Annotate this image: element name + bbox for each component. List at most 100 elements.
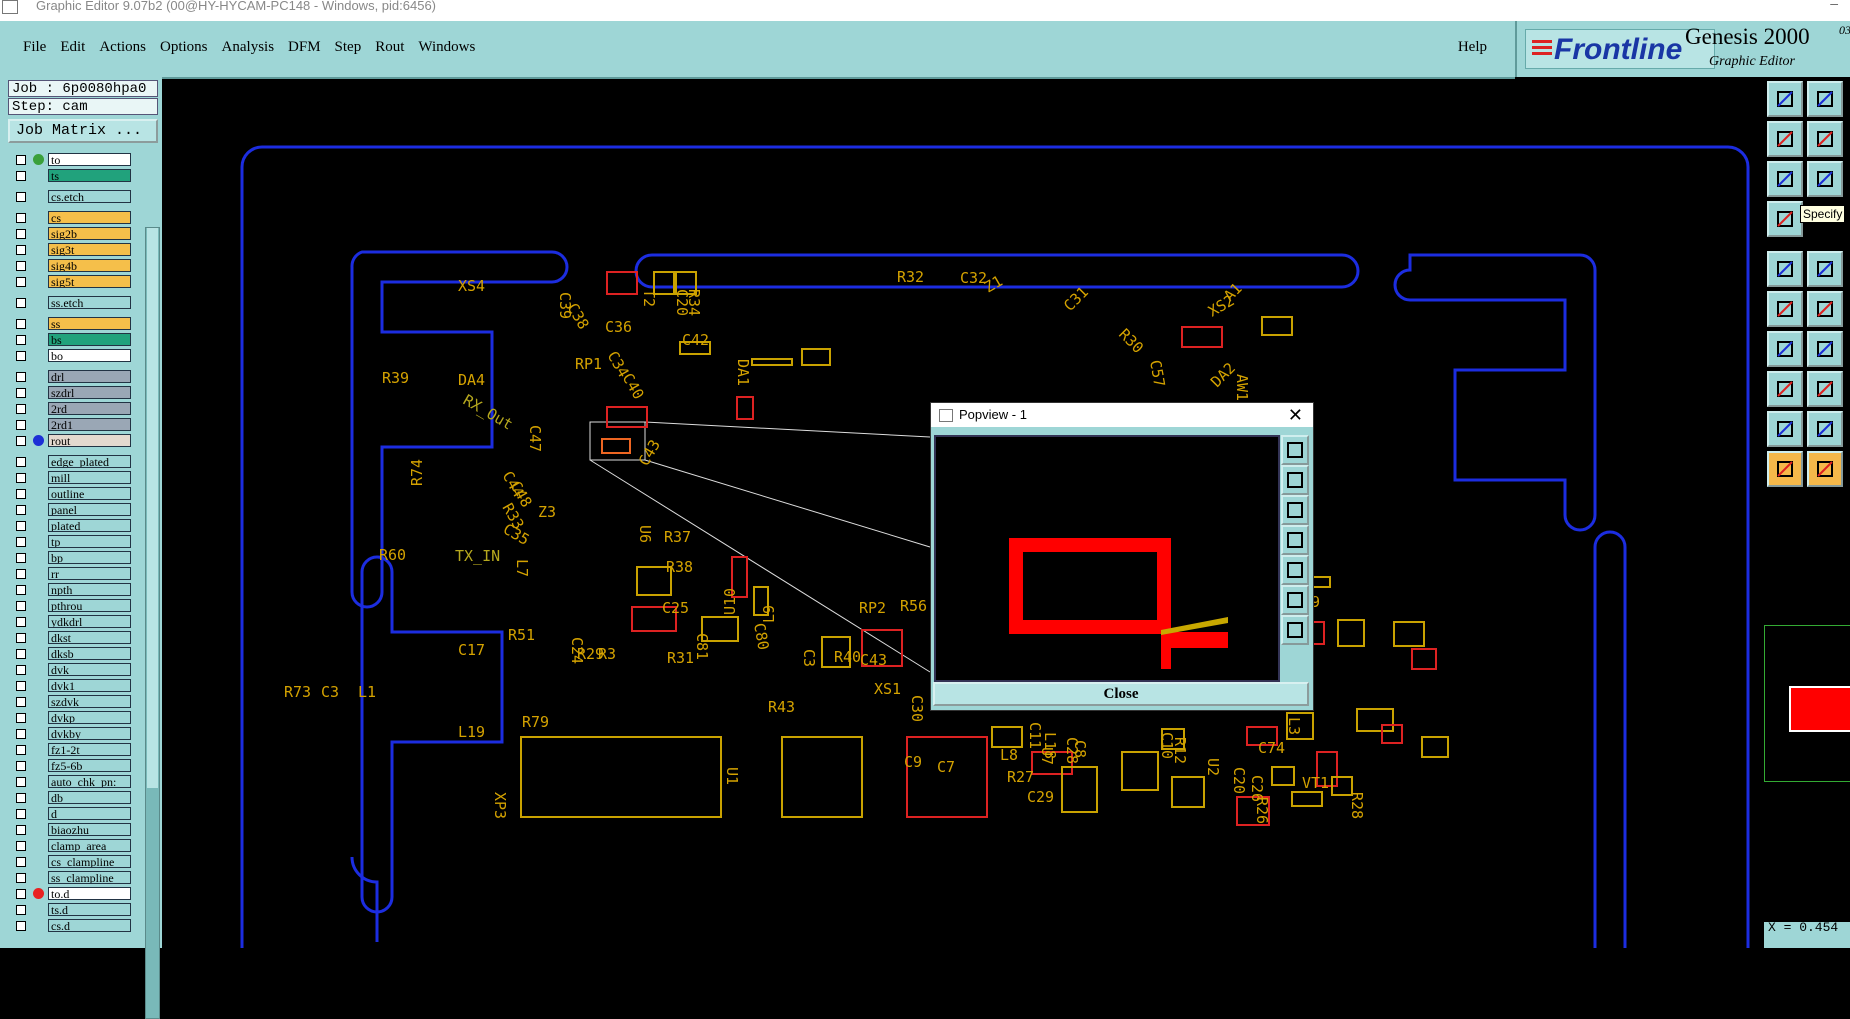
zoom-fit-icon[interactable]	[1807, 81, 1843, 117]
layer-name[interactable]: sig2b	[48, 227, 131, 240]
popview-right-icon[interactable]	[1281, 555, 1309, 585]
layer-name[interactable]: bs	[48, 333, 131, 346]
layer-row[interactable]: tp	[11, 535, 132, 549]
snap-icon[interactable]	[1767, 251, 1803, 287]
layer-row[interactable]: ss_clampline	[11, 871, 132, 885]
layer-row[interactable]: edge_plated	[11, 455, 132, 469]
layer-name[interactable]: ts.d	[48, 903, 131, 916]
layer-row[interactable]: 2rd	[11, 402, 132, 416]
pan-right-icon[interactable]	[1807, 121, 1843, 157]
layer-row[interactable]: d	[11, 807, 132, 821]
popview-left-icon[interactable]	[1281, 525, 1309, 555]
layer-row[interactable]: plated	[11, 519, 132, 533]
layer-name[interactable]: auto_chk_pn:	[48, 775, 131, 788]
menu-dfm[interactable]: DFM	[288, 39, 321, 56]
layer-row[interactable]: to.d	[11, 887, 132, 901]
layer-name[interactable]: ydkdrl	[48, 615, 131, 628]
layer-checkbox[interactable]	[16, 420, 26, 430]
layer-name[interactable]: cs_clampline	[48, 855, 131, 868]
layer-scrollbar[interactable]	[145, 227, 160, 1019]
layer-row[interactable]: ss	[11, 317, 132, 331]
layer-row[interactable]: pthrou	[11, 599, 132, 613]
scroll-thumb[interactable]	[147, 228, 158, 788]
layer-row[interactable]: sig3t	[11, 243, 132, 257]
layer-checkbox[interactable]	[16, 569, 26, 579]
layer-name[interactable]: rr	[48, 567, 131, 580]
layer-checkbox[interactable]	[16, 261, 26, 271]
layer-row[interactable]: ydkdrl	[11, 615, 132, 629]
layer-name[interactable]: cs.d	[48, 919, 131, 932]
zoom-home-icon[interactable]	[1767, 81, 1803, 117]
select-icon[interactable]	[1767, 371, 1803, 407]
layer-checkbox[interactable]	[16, 809, 26, 819]
layer-checkbox[interactable]	[16, 649, 26, 659]
layer-row[interactable]: npth	[11, 583, 132, 597]
layer-checkbox[interactable]	[16, 921, 26, 931]
menu-edit[interactable]: Edit	[60, 39, 85, 56]
layer-row[interactable]: bp	[11, 551, 132, 565]
menu-analysis[interactable]: Analysis	[222, 39, 275, 56]
layer-row[interactable]: cs.d	[11, 919, 132, 933]
zoom-window-icon[interactable]	[1767, 161, 1803, 197]
popview-canvas[interactable]	[934, 435, 1280, 682]
layer-checkbox[interactable]	[16, 617, 26, 627]
layer-row[interactable]: dvkby	[11, 727, 132, 741]
layer-row[interactable]: sig2b	[11, 227, 132, 241]
layer-row[interactable]: dvkp	[11, 711, 132, 725]
ruler-icon[interactable]	[1807, 251, 1843, 287]
layer-checkbox[interactable]	[16, 213, 26, 223]
layer-checkbox[interactable]	[16, 388, 26, 398]
menu-step[interactable]: Step	[335, 39, 362, 56]
layer-row[interactable]: fz5-6b	[11, 759, 132, 773]
mirror-icon[interactable]	[1807, 411, 1843, 447]
layer-name[interactable]: sig3t	[48, 243, 131, 256]
layer-checkbox[interactable]	[16, 319, 26, 329]
layer-checkbox[interactable]	[16, 298, 26, 308]
layer-name[interactable]: cs.etch	[48, 190, 131, 203]
layer-row[interactable]: outline	[11, 487, 132, 501]
layer-name[interactable]: sig5t	[48, 275, 131, 288]
popview-down-icon[interactable]	[1281, 495, 1309, 525]
layer-name[interactable]: outline	[48, 487, 131, 500]
layer-checkbox[interactable]	[16, 245, 26, 255]
layer-checkbox[interactable]	[16, 372, 26, 382]
layer-name[interactable]: fz5-6b	[48, 759, 131, 772]
layer-row[interactable]: dkst	[11, 631, 132, 645]
layer-name[interactable]: rout	[48, 434, 131, 447]
zoom-center-icon[interactable]	[1807, 161, 1843, 197]
layer-checkbox[interactable]	[16, 192, 26, 202]
layer-row[interactable]: db	[11, 791, 132, 805]
layer-checkbox[interactable]	[16, 873, 26, 883]
layer-row[interactable]: bs	[11, 333, 132, 347]
layer-row[interactable]: fz1-2t	[11, 743, 132, 757]
layer-name[interactable]: to	[48, 153, 131, 166]
layer-name[interactable]: db	[48, 791, 131, 804]
layer-checkbox[interactable]	[16, 335, 26, 345]
layer-row[interactable]: rr	[11, 567, 132, 581]
thumbnail-view[interactable]	[1764, 625, 1850, 782]
layer-row[interactable]: dksb	[11, 647, 132, 661]
layer-checkbox[interactable]	[16, 729, 26, 739]
layer-row[interactable]: mill	[11, 471, 132, 485]
layer-name[interactable]: szdrl	[48, 386, 131, 399]
layer-row[interactable]: clamp_area	[11, 839, 132, 853]
layer-checkbox[interactable]	[16, 841, 26, 851]
layer-checkbox[interactable]	[16, 713, 26, 723]
layer-checkbox[interactable]	[16, 351, 26, 361]
layer-row[interactable]: sig4b	[11, 259, 132, 273]
layer-name[interactable]: d	[48, 807, 131, 820]
menu-windows[interactable]: Windows	[418, 39, 475, 56]
layer-checkbox[interactable]	[16, 825, 26, 835]
layer-name[interactable]: dvkby	[48, 727, 131, 740]
layer-row[interactable]: dvk	[11, 663, 132, 677]
layer-checkbox[interactable]	[16, 761, 26, 771]
pointer-icon[interactable]	[1767, 451, 1803, 487]
layer-row[interactable]: cs.etch	[11, 190, 132, 204]
layer-name[interactable]: npth	[48, 583, 131, 596]
layer-row[interactable]: rout	[11, 434, 132, 448]
popview-fit-icon[interactable]	[1281, 585, 1309, 615]
layer-checkbox[interactable]	[16, 601, 26, 611]
layer-checkbox[interactable]	[16, 277, 26, 287]
layer-row[interactable]: biaozhu	[11, 823, 132, 837]
layer-name[interactable]: edge_plated	[48, 455, 131, 468]
